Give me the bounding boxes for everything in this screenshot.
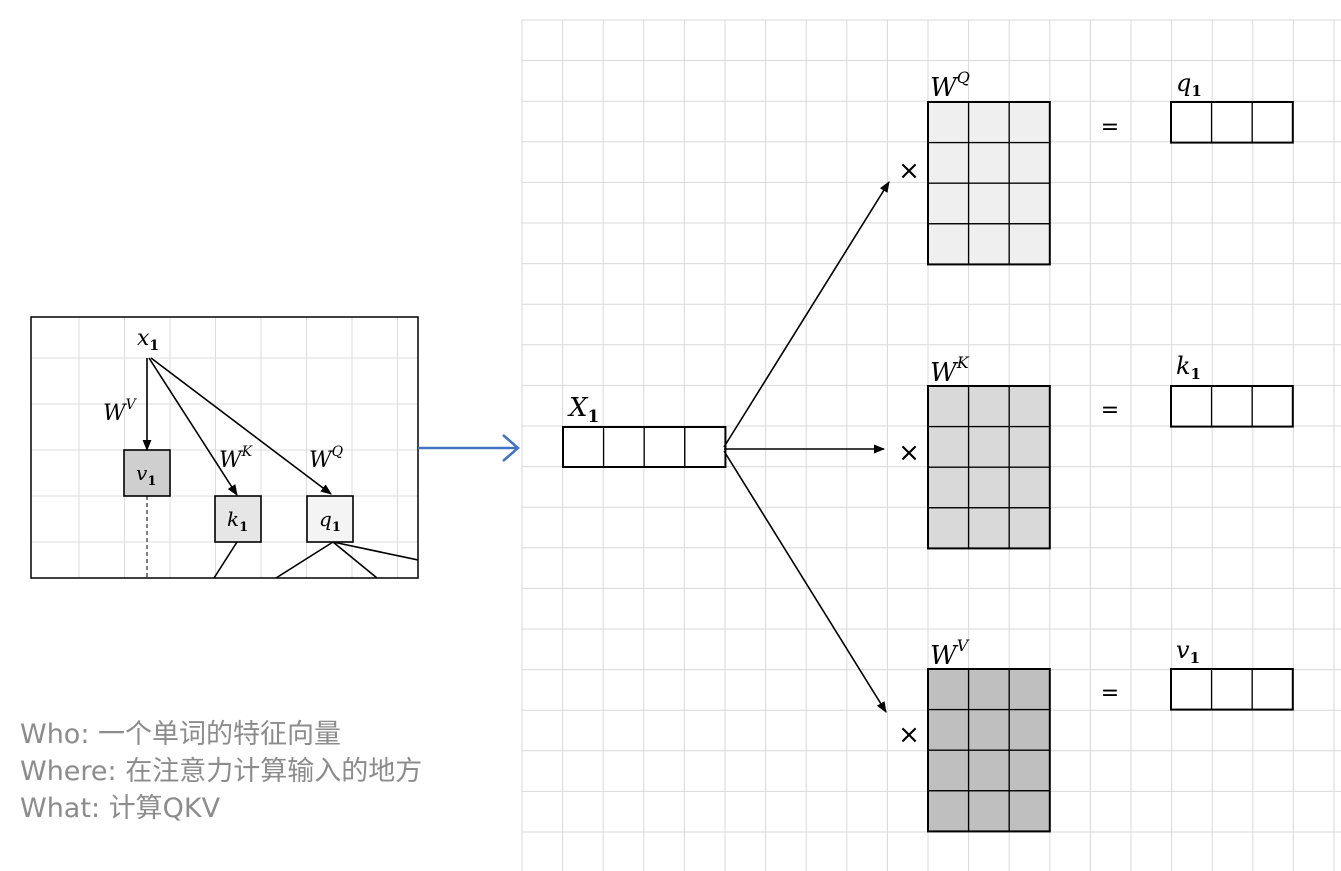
weight-matrix-wv	[927, 668, 1051, 833]
wk-cell	[967, 507, 1010, 550]
wv-cell	[967, 668, 1010, 711]
x1-cell	[684, 426, 727, 468]
times-sign: ×	[898, 156, 920, 186]
wv-cell	[927, 708, 970, 751]
where-line: Where: 在注意力计算输入的地方	[20, 756, 423, 787]
v1-cell	[1210, 668, 1253, 711]
q1-cell	[1170, 101, 1213, 144]
wk-cell	[927, 466, 970, 509]
wv-cell	[1008, 749, 1051, 792]
wk-cell	[1008, 466, 1051, 509]
equals-sign: =	[1101, 115, 1119, 140]
output-vector-q1	[1170, 101, 1294, 144]
wv-cell	[1008, 668, 1051, 711]
equals-sign: =	[1101, 681, 1119, 706]
wk-cell	[967, 385, 1010, 428]
wk-cell	[927, 385, 970, 428]
output-vector-v1	[1170, 668, 1294, 711]
wq-cell	[967, 101, 1010, 144]
equals-sign: =	[1101, 398, 1119, 423]
wq-cell	[1008, 223, 1051, 266]
wv-cell	[1008, 790, 1051, 833]
wq-cell	[1008, 101, 1051, 144]
wk-cell	[1008, 385, 1051, 428]
output-vector-k1	[1170, 385, 1294, 428]
k1-label: k1	[1176, 352, 1201, 383]
attention-graph-inset: x1 WV WK WQ v1 k1 q1	[30, 316, 419, 579]
description-text: Who: 一个单词的特征向量 Where: 在注意力计算输入的地方 What: …	[20, 716, 422, 827]
connector-arrow	[418, 434, 520, 462]
wv-cell	[967, 708, 1010, 751]
weight-matrix-wq	[927, 101, 1051, 266]
wv-cell	[927, 790, 970, 833]
who-line: Who: 一个单词的特征向量	[20, 719, 342, 750]
wv-cell	[1008, 708, 1051, 751]
wk-cell	[1008, 425, 1051, 468]
x1-cell	[562, 426, 605, 468]
k1-cell	[1170, 385, 1213, 428]
arrow-to-wv	[723, 450, 887, 713]
projection-k: WK × = k1	[898, 352, 1294, 550]
wk-cell	[1008, 507, 1051, 550]
wk-cell	[927, 507, 970, 550]
times-sign: ×	[898, 438, 920, 468]
wv-cell	[967, 790, 1010, 833]
wq-cell	[1008, 141, 1051, 184]
q1-cell	[1251, 101, 1294, 144]
q1-label: q1	[1176, 69, 1202, 100]
what-line: What: 计算QKV	[20, 793, 221, 824]
k1-cell	[1251, 385, 1294, 428]
wv-label: WV	[930, 636, 970, 671]
times-sign: ×	[898, 720, 920, 750]
wq-cell	[967, 141, 1010, 184]
k1-cell	[1210, 385, 1253, 428]
x1-cell	[643, 426, 686, 468]
projection-v: WV × = v1	[898, 636, 1294, 833]
wq-cell	[927, 141, 970, 184]
wq-cell	[967, 223, 1010, 266]
wv-cell	[927, 749, 970, 792]
wk-cell	[967, 425, 1010, 468]
wv-cell	[927, 668, 970, 711]
wq-cell	[927, 182, 970, 225]
v1-cell	[1170, 668, 1213, 711]
q1-cell	[1210, 101, 1253, 144]
wq-cell	[1008, 182, 1051, 225]
wq-cell	[927, 101, 970, 144]
wq-label: WQ	[930, 68, 970, 103]
wv-cell	[967, 749, 1010, 792]
wk-cell	[967, 466, 1010, 509]
wq-cell	[927, 223, 970, 266]
wk-cell	[927, 425, 970, 468]
x1-vector-label: X1	[567, 393, 599, 427]
wk-label: WK	[930, 353, 970, 388]
v1-label: v1	[1176, 636, 1200, 667]
x1-cell	[602, 426, 645, 468]
v1-cell	[1251, 668, 1294, 711]
wq-cell	[967, 182, 1010, 225]
weight-matrix-wk	[927, 385, 1051, 550]
projection-q: WQ × = q1	[898, 68, 1294, 266]
